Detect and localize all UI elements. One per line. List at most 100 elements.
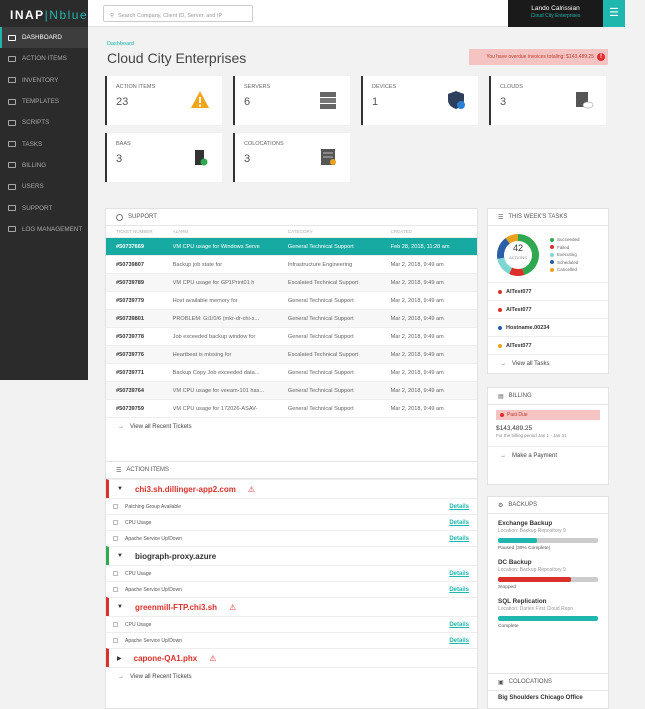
ticket-number[interactable]: #50739779 xyxy=(116,298,173,304)
list-icon xyxy=(8,55,16,62)
table-row[interactable]: #50739789 VM CPU usage for GP1Print01 h Es… xyxy=(106,273,477,291)
stat-card-baas[interactable]: BAAS 3 xyxy=(105,133,222,182)
ticket-number[interactable]: #50739759 xyxy=(116,406,173,412)
nav-item-action-items[interactable]: ACTION ITEMS xyxy=(0,48,88,69)
nav-label: INVENTORY xyxy=(22,76,59,84)
view-all-tasks-link[interactable]: → View all Tasks xyxy=(488,354,608,372)
nav-item-scripts[interactable]: SCRIPTS xyxy=(0,112,88,133)
nav-item-dashboard[interactable]: DASHBOARD xyxy=(0,27,88,49)
table-row[interactable]: #50739779 Host available memory for Genera… xyxy=(106,291,477,309)
colocations-header: ▣ COLOCATIONS xyxy=(488,674,608,691)
hamburger-icon: ☰ xyxy=(609,7,619,19)
backups-header: ⚙ BACKUPS xyxy=(488,497,608,514)
details-link[interactable]: Details xyxy=(449,504,469,510)
checkbox[interactable] xyxy=(113,536,118,541)
ticket-number[interactable]: #50737669 xyxy=(116,244,173,250)
colocation-item[interactable]: Big Shoulders Chicago Office xyxy=(488,691,608,705)
ticket-number[interactable]: #50739801 xyxy=(116,316,173,322)
warning-icon: ⚠ xyxy=(247,484,256,494)
breadcrumb[interactable]: Dashboard xyxy=(107,41,134,47)
backup-item[interactable]: Exchange Backup Location: Backup Reposito… xyxy=(488,520,608,551)
nav-label: USERS xyxy=(22,183,44,191)
alarm-text: Job exceeded backup window for xyxy=(172,333,256,340)
action-group-header[interactable]: ▼ greenmill-FTP.chi3.sh ⚠ xyxy=(106,597,477,616)
table-row[interactable]: #50739776 Heartbeat is missing for Escalat… xyxy=(106,345,477,363)
nav-item-templates[interactable]: TEMPLATES xyxy=(0,91,88,112)
ticket-number[interactable]: #50739807 xyxy=(116,262,173,268)
nav-item-inventory[interactable]: INVENTORY xyxy=(0,70,88,91)
action-group-header[interactable]: ▶ capone-QA1.phx ⚠ xyxy=(106,648,477,667)
search-input[interactable]: ⚲ Search Company, Client ID, Server, and… xyxy=(103,5,253,22)
task-label: Hostname.00234 xyxy=(506,324,550,331)
ticket-number[interactable]: #50739776 xyxy=(116,352,173,358)
details-link[interactable]: Details xyxy=(449,587,469,593)
make-payment-link[interactable]: → Make a Payment xyxy=(488,446,608,464)
col-created: CREATED xyxy=(390,229,412,234)
task-item[interactable]: AITest077 xyxy=(488,336,608,354)
stat-card-colocations[interactable]: COLOCATIONS 3 xyxy=(233,133,350,182)
status-dot xyxy=(498,307,502,312)
nav-item-support[interactable]: SUPPORT xyxy=(0,197,88,218)
overdue-alert[interactable]: You have overdue invoices totaling: $143… xyxy=(469,49,608,65)
alarm-text: Backup job state for xyxy=(172,261,223,268)
alert-text: You have overdue invoices totaling: $143… xyxy=(486,54,594,60)
caret-down-icon[interactable]: ▼ xyxy=(117,486,123,492)
arrow-right-icon: → xyxy=(118,423,124,430)
task-item[interactable]: Hostname.00234 xyxy=(488,318,608,336)
checkbox[interactable] xyxy=(113,504,118,509)
task-item[interactable]: AITest077 xyxy=(488,282,608,300)
caret-right-icon[interactable]: ▶ xyxy=(117,655,122,662)
alert-icon: ! xyxy=(597,53,605,61)
table-row[interactable]: #50739771 Backup Copy Job exceeded data..… xyxy=(106,363,477,381)
task-item[interactable]: AITest077 xyxy=(488,300,608,318)
table-row[interactable]: #50737669 VM CPU usage for Windows Serve G… xyxy=(106,237,477,255)
ticket-number[interactable]: #50739789 xyxy=(116,280,173,286)
view-all-action-items-link[interactable]: → View all Recent Tickets xyxy=(106,667,477,685)
table-row[interactable]: #50739801 PROBLEM: Gi1/0/6 (mkr-dr-chi-s.… xyxy=(106,309,477,327)
checkbox[interactable] xyxy=(113,571,118,576)
stat-value: 3 xyxy=(244,153,251,165)
progress-fill xyxy=(498,616,598,621)
menu-button[interactable]: ☰ xyxy=(603,0,625,27)
nav-item-billing[interactable]: BILLING xyxy=(0,155,88,176)
details-link[interactable]: Details xyxy=(449,638,469,644)
ticket-number[interactable]: #50739764 xyxy=(116,388,173,394)
details-link[interactable]: Details xyxy=(449,536,469,542)
stat-card-clouds[interactable]: CLOUDS 3 xyxy=(489,76,606,125)
view-all-tickets-link[interactable]: → View all Recent Tickets xyxy=(106,417,477,435)
action-group-header[interactable]: ▼ biograph-proxy.azure xyxy=(106,546,477,565)
details-link[interactable]: Details xyxy=(449,622,469,628)
backup-item[interactable]: SQL Replication Location: Daries First Cl… xyxy=(488,598,608,629)
stat-card-action-items[interactable]: ACTION ITEMS 23 xyxy=(105,76,222,125)
user-menu[interactable]: Lando Calrissian Cloud City Enterprises … xyxy=(508,0,625,27)
action-group-header[interactable]: ▼ chi3.sh.dillinger-app2.com ⚠ xyxy=(106,479,477,498)
ticket-number[interactable]: #50739778 xyxy=(116,334,173,340)
details-link[interactable]: Details xyxy=(449,520,469,526)
backup-item[interactable]: DC Backup Location: Backup Repository 9 St… xyxy=(488,559,608,590)
stat-label: BAAS xyxy=(116,141,131,147)
table-row[interactable]: #50739759 VM CPU usage for 172026-ASAV- Ge… xyxy=(106,399,477,417)
table-row[interactable]: #50739764 VM CPU usage for veeam-101 has.… xyxy=(106,381,477,399)
ticket-number[interactable]: #50739771 xyxy=(116,370,173,376)
stat-card-servers[interactable]: SERVERS 6 xyxy=(233,76,350,125)
stat-label: SERVERS xyxy=(244,84,271,90)
action-item-row: CPU Usage Details xyxy=(106,616,477,632)
stat-card-devices[interactable]: DEVICES 1 xyxy=(361,76,478,125)
checkbox[interactable] xyxy=(113,587,118,592)
backup-location: Location: Backup Repository 9 xyxy=(498,528,566,534)
nav-item-users[interactable]: USERS xyxy=(0,176,88,197)
checkbox[interactable] xyxy=(113,622,118,627)
caret-down-icon[interactable]: ▼ xyxy=(117,604,123,610)
support-panel: SUPPORT TICKET NUMBER ALARM CATEGORY CRE… xyxy=(105,208,478,474)
checkbox[interactable] xyxy=(113,638,118,643)
progress-bar xyxy=(498,577,598,582)
details-link[interactable]: Details xyxy=(449,571,469,577)
table-row[interactable]: #50739778 Job exceeded backup window for G… xyxy=(106,327,477,345)
action-items-panel: ☰ ACTION ITEMS ▼ chi3.sh.dillinger-app2.co… xyxy=(105,461,478,709)
table-row[interactable]: #50739807 Backup job state for Infrastruct… xyxy=(106,255,477,273)
brand-logo[interactable]: INAP|Nblue xyxy=(0,0,88,27)
nav-item-tasks[interactable]: TASKS xyxy=(0,133,88,154)
checkbox[interactable] xyxy=(113,520,118,525)
nav-item-log-management[interactable]: LOG MANAGEMENT xyxy=(0,219,88,240)
caret-down-icon[interactable]: ▼ xyxy=(117,553,123,559)
